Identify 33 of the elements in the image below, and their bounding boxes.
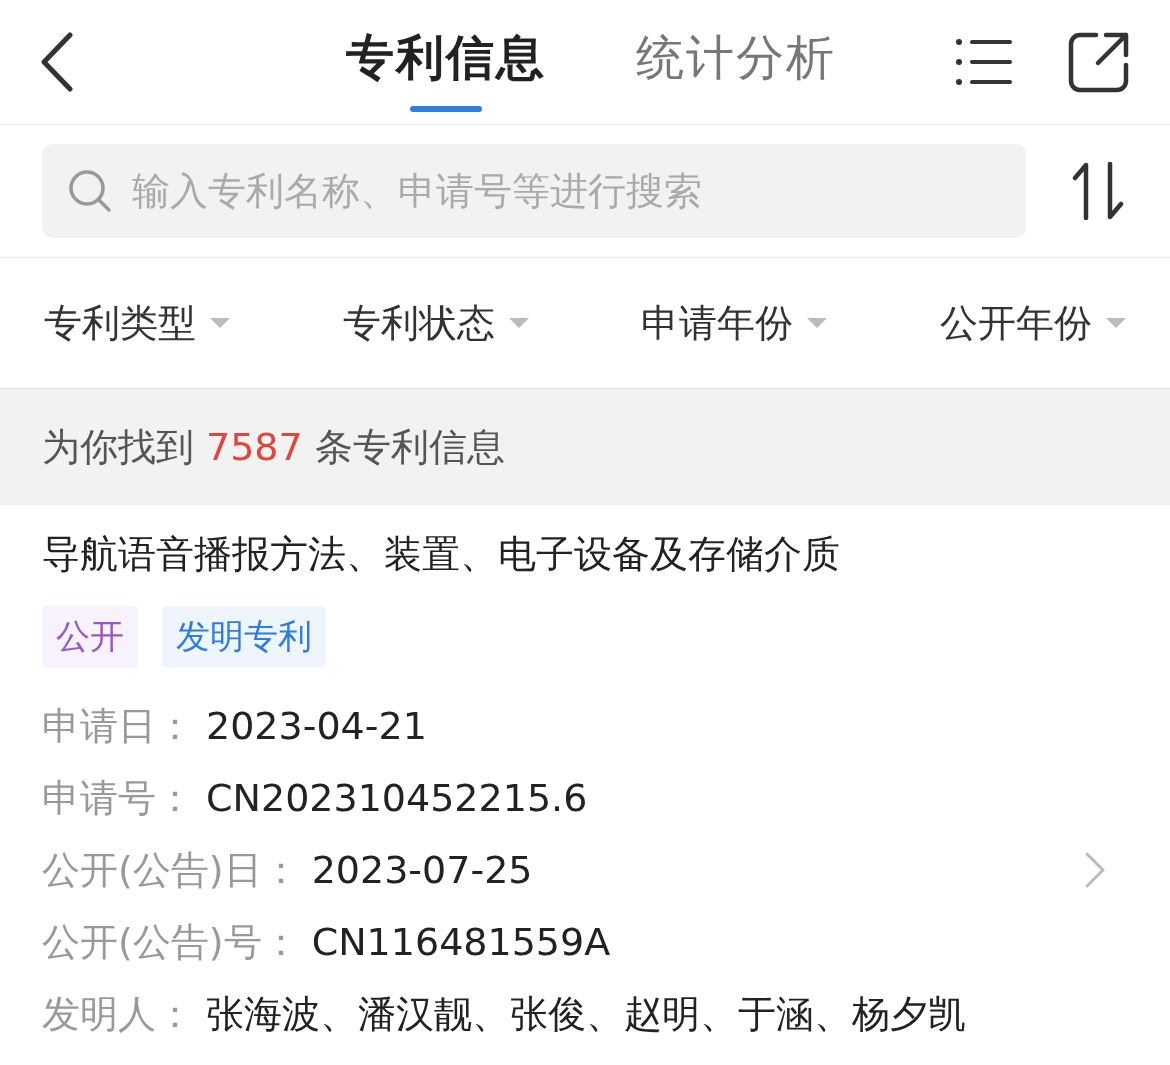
tag: 发明专利 [162,606,326,668]
field-value: CN202310452215.6 [206,776,588,820]
back-icon[interactable] [40,32,74,92]
sort-icon[interactable] [1072,162,1124,220]
filter-dropdown[interactable]: 公开年份 [939,297,1126,349]
caret-icon [210,317,230,329]
field-value: CN116481559A [311,920,611,964]
search-field[interactable]: 输入专利名称、申请号等进行搜索 [42,144,1026,238]
filter-dropdown[interactable]: 专利状态 [342,297,529,349]
result-count: 7587 [206,425,303,469]
tab[interactable]: 专利信息 [346,26,546,112]
menu-icon[interactable] [956,37,1012,87]
field-value: 张海波、潘汉靓、张俊、赵明、于涵、杨夕凯 [206,990,966,1038]
share-icon[interactable] [1068,31,1130,93]
result-label: 条专利信息 [314,423,505,471]
filter-dropdown[interactable]: 申请年份 [641,297,828,349]
patent-card[interactable]: 导航语音播报方法、装置、电子设备及存储介质 公开 发明专利 申请日： 2023-04-21 申请号： CN202310452215.6 公开(公告)日： 2023-07-25 公开(公告)号： CN116481559A 发明人： 张海波、潘汉靓、张俊、赵明、于涵、杨夕凯 [0,505,1170,1050]
field-label: 公开(公告)号： [42,918,300,966]
field-value: 2023-04-21 [206,704,427,748]
tab[interactable]: 统计分析 [636,26,836,112]
field-label: 公开(公告)日： [42,846,300,894]
field-value: 2023-07-25 [311,848,533,892]
field-label: 申请号： [42,774,194,822]
filter-dropdown[interactable]: 专利类型 [44,297,230,349]
field-label: 申请日： [42,702,194,750]
tag: 公开 [42,606,138,668]
chevron-right-icon [1084,851,1106,889]
caret-icon [508,317,529,329]
result-label: 为你找到 [42,423,194,471]
caret-icon [1105,317,1126,329]
field-label: 发明人： [42,990,194,1038]
patent-title: 导航语音播报方法、装置、电子设备及存储介质 [42,531,841,578]
caret-icon [807,317,828,329]
